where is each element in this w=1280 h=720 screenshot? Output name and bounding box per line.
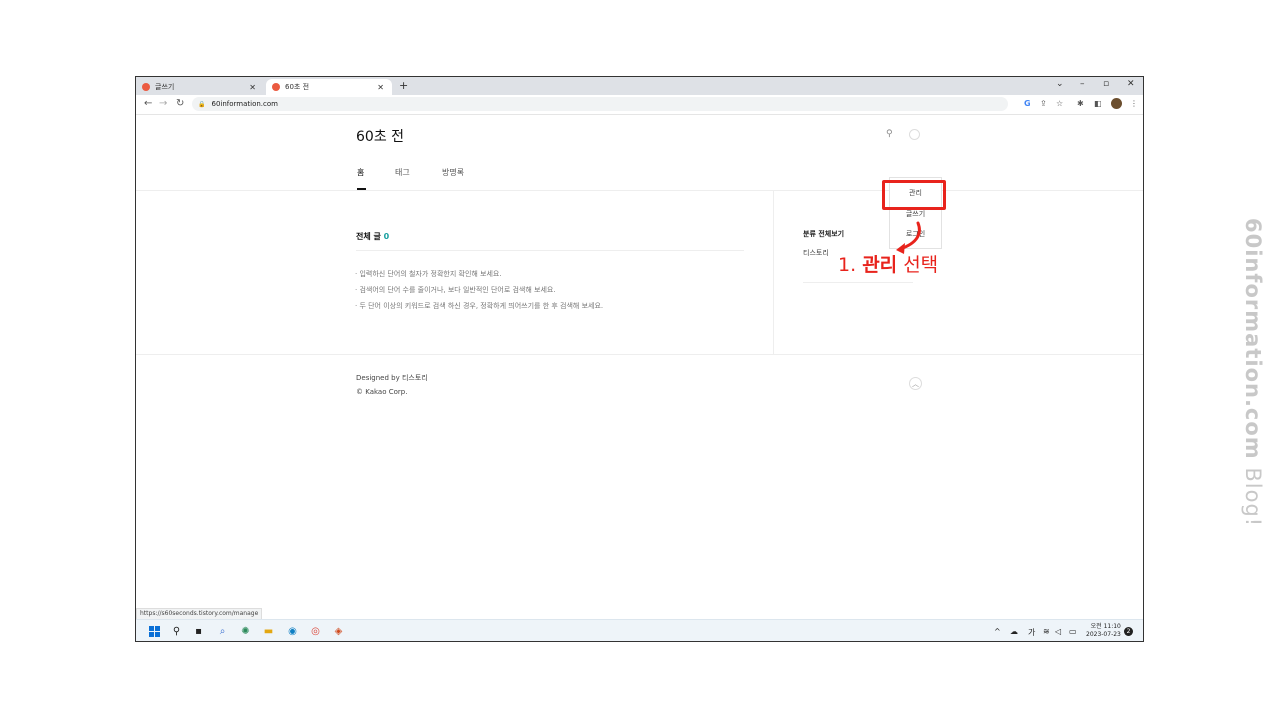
tab-blog[interactable]: 60초 전 ✕ — [266, 79, 392, 95]
search-tip: · 검색어의 단어 수를 줄이거나, 보다 일반적인 단어로 검색해 보세요. — [355, 286, 556, 294]
file-explorer-icon[interactable]: ▬ — [262, 625, 275, 638]
search-icon[interactable]: ⚲ — [886, 129, 893, 139]
tab-label: 60초 전 — [285, 83, 310, 91]
task-view-icon[interactable]: ▪ — [192, 625, 205, 638]
close-window-icon[interactable]: ✕ — [1127, 79, 1135, 89]
highlight-box — [882, 180, 946, 210]
tab-label: 글쓰기 — [155, 83, 175, 91]
wifi-icon[interactable]: ≋ — [1043, 627, 1050, 636]
close-icon[interactable]: ✕ — [377, 83, 384, 92]
watermark-suffix: Blog! — [1241, 467, 1265, 528]
profile-icon[interactable] — [909, 129, 920, 140]
tistory-favicon-icon — [142, 83, 150, 91]
notification-icon[interactable]: 2 — [1124, 627, 1133, 636]
google-icon[interactable]: G — [1024, 99, 1031, 108]
footer-copyright: © Kakao Corp. — [356, 388, 408, 396]
tab-write[interactable]: 글쓰기 ✕ — [142, 79, 264, 95]
taskbar: ⚲ ▪ ⌕ ✺ ▬ ◉ ◎ ◈ ^ ☁ 가 ≋ ◁ ▭ 오전 11:10 202… — [136, 619, 1143, 641]
lock-icon: 🔒 — [198, 100, 206, 108]
nav-tags[interactable]: 태그 — [395, 167, 410, 178]
volume-icon[interactable]: ◁ — [1055, 627, 1061, 636]
header-divider — [136, 190, 1143, 191]
watermark-site: 60information.com — [1241, 218, 1265, 460]
watermark: 60information.com Blog! — [1241, 218, 1265, 527]
search-tip: · 두 단어 이상의 키워드로 검색 하신 경우, 정확하게 띄어쓰기를 한 후… — [355, 302, 604, 310]
clock-date: 2023-07-23 — [1086, 631, 1121, 638]
tab-strip: 글쓰기 ✕ 60초 전 ✕ + ⌄ – ▫ ✕ — [136, 77, 1143, 95]
footer-designed-by: Designed by 티스토리 — [356, 374, 428, 382]
edge-icon[interactable]: ◉ — [286, 625, 299, 638]
powerpoint-icon[interactable]: ◈ — [332, 625, 345, 638]
blog-page: 60초 전 ⚲ 홈 태그 방명록 전체 글 0 · 입력하신 단어의 철자가 정… — [136, 115, 1143, 617]
all-posts-count: 0 — [383, 232, 390, 241]
reload-icon[interactable]: ↻ — [176, 98, 184, 109]
new-tab-icon[interactable]: + — [399, 79, 408, 92]
divider — [803, 282, 913, 283]
sidebar-divider — [773, 190, 774, 354]
share-icon[interactable]: ⇪ — [1040, 99, 1047, 108]
chevron-up-icon: ︿ — [912, 379, 919, 388]
scroll-top-button[interactable]: ︿ — [909, 377, 922, 390]
annotation-keyword: 관리 — [862, 254, 898, 276]
side-panel-icon[interactable]: ◧ — [1094, 99, 1102, 108]
close-icon[interactable]: ✕ — [249, 83, 256, 92]
ime-indicator[interactable]: 가 — [1028, 627, 1035, 638]
star-icon[interactable]: ☆ — [1056, 99, 1063, 108]
clock-time: 오전 11:10 — [1090, 623, 1121, 630]
all-posts-heading: 전체 글 0 — [356, 231, 389, 242]
widgets-icon[interactable]: ⌕ — [216, 625, 229, 638]
menu-item-write[interactable]: 글쓰기 — [890, 209, 941, 219]
category-all-link[interactable]: 분류 전체보기 — [803, 229, 844, 239]
address-bar[interactable]: 🔒 60information.com — [192, 97, 1008, 111]
blog-title[interactable]: 60초 전 — [356, 126, 404, 146]
chevron-down-icon[interactable]: ⌄ — [1056, 79, 1064, 89]
profile-avatar[interactable] — [1111, 98, 1122, 109]
nav-guestbook[interactable]: 방명록 — [442, 167, 464, 178]
divider — [356, 250, 744, 251]
minimize-icon[interactable]: – — [1080, 79, 1085, 89]
app-icon[interactable]: ✺ — [239, 625, 252, 638]
nav-home[interactable]: 홈 — [357, 167, 364, 178]
browser-toolbar: ← → ↻ 🔒 60information.com G ⇪ ☆ ✱ ◧ ⋮ — [136, 95, 1143, 115]
windows-start-icon[interactable] — [149, 626, 160, 637]
category-item[interactable]: 티스토리 — [803, 248, 829, 258]
system-clock[interactable]: 오전 11:10 2023-07-23 — [1086, 623, 1121, 639]
battery-icon[interactable]: ▭ — [1069, 627, 1077, 636]
annotation-action: 선택 — [903, 254, 939, 276]
search-icon[interactable]: ⚲ — [170, 625, 183, 638]
extensions-icon[interactable]: ✱ — [1077, 99, 1084, 108]
restore-icon[interactable]: ▫ — [1103, 79, 1109, 89]
all-posts-label: 전체 글 — [356, 232, 381, 241]
screenshot-frame: 글쓰기 ✕ 60초 전 ✕ + ⌄ – ▫ ✕ ← → ↻ 🔒 60inform… — [135, 76, 1144, 642]
annotation-text: 1. 관리 선택 — [838, 250, 938, 277]
search-tip: · 입력하신 단어의 철자가 정확한지 확인해 보세요. — [355, 270, 502, 278]
url-text: 60information.com — [211, 100, 278, 108]
more-menu-icon[interactable]: ⋮ — [1130, 99, 1138, 108]
chrome-icon[interactable]: ◎ — [309, 625, 322, 638]
back-icon[interactable]: ← — [144, 98, 152, 109]
forward-icon[interactable]: → — [159, 98, 167, 109]
annotation-step: 1. — [838, 254, 857, 276]
footer-divider — [136, 354, 1143, 355]
tistory-favicon-icon — [272, 83, 280, 91]
chevron-up-icon[interactable]: ^ — [994, 627, 1001, 636]
cloud-icon[interactable]: ☁ — [1010, 627, 1018, 636]
